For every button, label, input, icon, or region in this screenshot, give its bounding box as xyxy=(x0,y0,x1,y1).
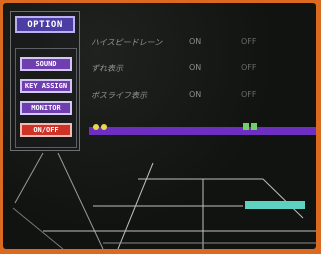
option-row-timing-display[interactable]: ずれ表示 ON OFF xyxy=(91,63,311,75)
option-off[interactable]: OFF xyxy=(241,90,257,99)
track-bar xyxy=(89,123,316,135)
option-title: OPTION xyxy=(15,16,75,33)
option-row-boss-life-display[interactable]: ボスライフ表示 ON OFF xyxy=(91,90,311,102)
note-marker xyxy=(101,124,107,130)
option-panel: OPTION SOUND KEY ASSIGN MONITOR ON/OFF xyxy=(10,11,80,151)
option-row-high-speed-lane[interactable]: ハイスピードレーン ON OFF xyxy=(91,37,311,49)
option-off[interactable]: OFF xyxy=(241,63,257,72)
option-label: ずれ表示 xyxy=(91,64,123,73)
option-on[interactable]: ON xyxy=(189,63,201,72)
menu-item-sound[interactable]: SOUND xyxy=(20,57,72,71)
note-marker xyxy=(251,123,257,130)
platform xyxy=(245,201,305,209)
option-on[interactable]: ON xyxy=(189,37,201,46)
note-marker xyxy=(93,124,99,130)
option-on[interactable]: ON xyxy=(189,90,201,99)
option-label: ハイスピードレーン xyxy=(91,38,163,47)
game-screen: OPTION SOUND KEY ASSIGN MONITOR ON/OFF ハ… xyxy=(3,3,316,249)
option-off[interactable]: OFF xyxy=(241,37,257,46)
note-marker xyxy=(243,123,249,130)
menu-item-monitor[interactable]: MONITOR xyxy=(20,101,72,115)
menu-item-key-assign[interactable]: KEY ASSIGN xyxy=(20,79,72,93)
option-menu: SOUND KEY ASSIGN MONITOR ON/OFF xyxy=(15,48,77,148)
option-label: ボスライフ表示 xyxy=(91,91,147,100)
menu-item-on-off[interactable]: ON/OFF xyxy=(20,123,72,137)
